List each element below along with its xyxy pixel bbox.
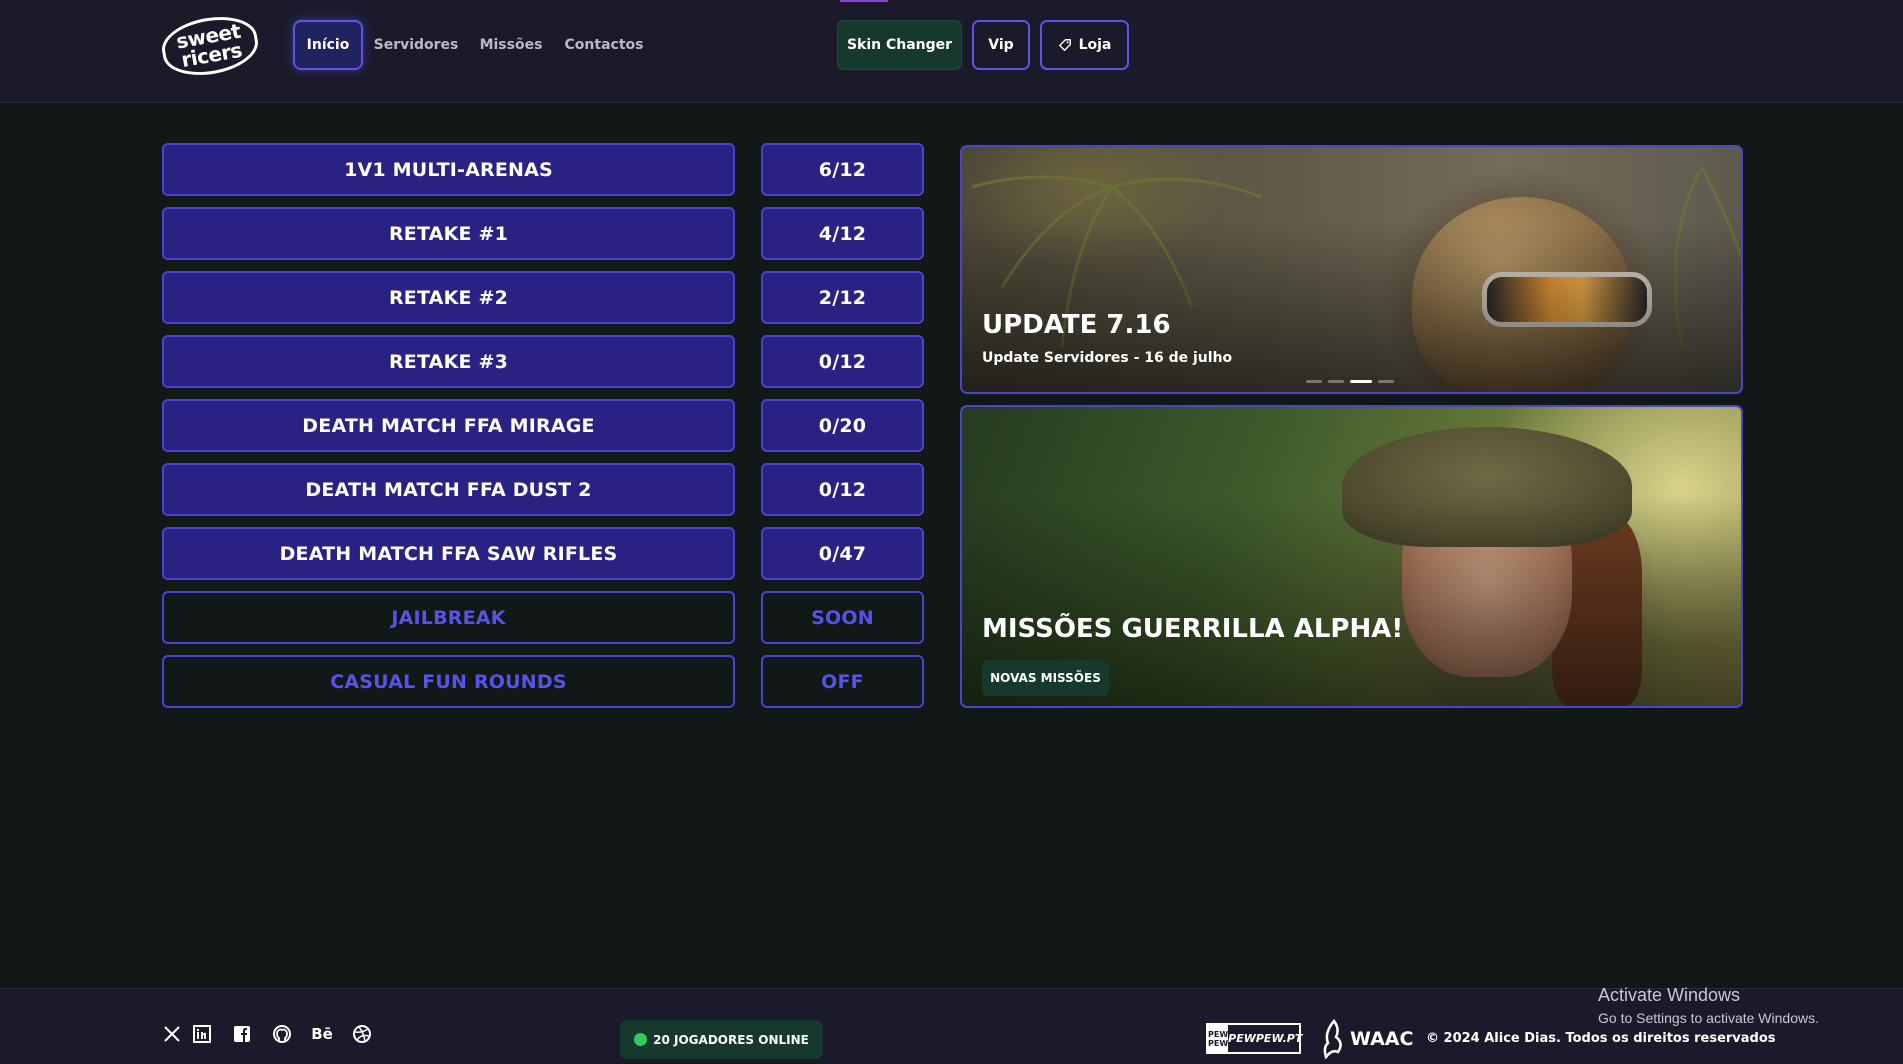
waac-label: WAAC: [1350, 1028, 1414, 1050]
github-icon[interactable]: [270, 1023, 294, 1045]
server-name: CASUAL FUN ROUNDS: [330, 670, 567, 693]
update-title: UPDATE 7.16: [982, 310, 1171, 340]
carousel-dot[interactable]: [1378, 380, 1394, 383]
server-players-badge[interactable]: 0/47: [761, 527, 924, 580]
carousel-indicators: [1306, 380, 1394, 383]
server-name: RETAKE #2: [388, 286, 509, 309]
missions-banner[interactable]: MISSÕES GUERRILLA ALPHA! NOVAS MISSÕES: [960, 405, 1743, 708]
pewpew-logo[interactable]: PEW PEW PEWPEW.PT: [1206, 1023, 1303, 1054]
nav-inicio-label: Início: [306, 37, 350, 53]
nav-missoes[interactable]: Missões: [479, 20, 543, 70]
waac-flame-icon: [1323, 1019, 1342, 1059]
skin-changer-label: Skin Changer: [846, 37, 953, 53]
server-players: 0/12: [818, 350, 867, 373]
sweet-ricers-logo[interactable]: sweet ricers: [157, 10, 263, 82]
novas-missoes-button[interactable]: NOVAS MISSÕES: [982, 660, 1109, 696]
missions-title: MISSÕES GUERRILLA ALPHA!: [982, 614, 1404, 644]
server-players: 0/20: [818, 414, 867, 437]
server-players-badge[interactable]: 2/12: [761, 271, 924, 324]
server-name-button[interactable]: DEATH MATCH FFA DUST 2: [162, 463, 735, 516]
windows-activation-title: Activate Windows: [1598, 985, 1741, 1005]
pewpew-logo-box: PEW PEW: [1208, 1025, 1229, 1052]
server-name-button[interactable]: 1V1 MULTI-ARENAS: [162, 143, 735, 196]
loja-button[interactable]: Loja: [1040, 20, 1129, 70]
waac-logo[interactable]: WAAC: [1320, 1019, 1413, 1059]
server-name: DEATH MATCH FFA DUST 2: [305, 478, 592, 501]
server-name-button[interactable]: CASUAL FUN ROUNDS: [162, 655, 735, 708]
x-twitter-icon[interactable]: [160, 1023, 184, 1045]
server-name-button[interactable]: DEATH MATCH FFA SAW RIFLES: [162, 527, 735, 580]
server-name-button[interactable]: RETAKE #2: [162, 271, 735, 324]
server-players: OFF: [821, 670, 864, 693]
skin-changer-button[interactable]: Skin Changer: [837, 20, 962, 70]
server-name: JAILBREAK: [391, 606, 506, 629]
carousel-dot[interactable]: [1328, 380, 1344, 383]
server-name: DEATH MATCH FFA SAW RIFLES: [279, 542, 618, 565]
nav-contactos[interactable]: Contactos: [564, 20, 644, 70]
players-online-badge: 20 JOGADORES ONLINE: [620, 1020, 823, 1059]
online-status-dot: [634, 1033, 648, 1046]
nav-servidores[interactable]: Servidores: [373, 20, 459, 70]
tag-icon: [1058, 39, 1071, 51]
vip-label: Vip: [988, 37, 1014, 53]
loja-label: Loja: [1078, 37, 1112, 53]
server-name: RETAKE #1: [388, 222, 509, 245]
players-online-label: 20 JOGADORES ONLINE: [653, 1032, 809, 1047]
server-players-badge[interactable]: 0/12: [761, 335, 924, 388]
server-name-button[interactable]: RETAKE #3: [162, 335, 735, 388]
dribbble-icon[interactable]: [350, 1023, 374, 1045]
server-players-badge[interactable]: 4/12: [761, 207, 924, 260]
update-banner[interactable]: UPDATE 7.16 Update Servidores - 16 de ju…: [960, 145, 1743, 394]
top-header: sweet ricers Início Servidores Missões C…: [0, 0, 1903, 103]
facebook-icon[interactable]: [230, 1023, 254, 1045]
server-players-badge[interactable]: OFF: [761, 655, 924, 708]
server-players-badge[interactable]: SOON: [761, 591, 924, 644]
server-players: 4/12: [818, 222, 867, 245]
carousel-dot[interactable]: [1306, 380, 1322, 383]
server-players: 0/47: [818, 542, 867, 565]
nav-servidores-label: Servidores: [373, 37, 459, 53]
behance-label: Bē: [311, 1025, 333, 1043]
novas-missoes-label: NOVAS MISSÕES: [990, 671, 1101, 685]
server-name-button[interactable]: DEATH MATCH FFA MIRAGE: [162, 399, 735, 452]
server-players-badge[interactable]: 6/12: [761, 143, 924, 196]
pewpew-logo-text: PEWPEW.PT: [1228, 1032, 1303, 1045]
server-players: 0/12: [818, 478, 867, 501]
behance-icon[interactable]: Bē: [310, 1023, 334, 1045]
server-players: 2/12: [818, 286, 867, 309]
vip-button[interactable]: Vip: [972, 20, 1030, 70]
server-name: 1V1 MULTI-ARENAS: [344, 158, 553, 181]
linkedin-icon[interactable]: [190, 1023, 214, 1045]
carousel-dot-active[interactable]: [1350, 380, 1372, 383]
nav-missoes-label: Missões: [479, 37, 543, 53]
header-accent-line: [840, 0, 888, 2]
server-players-badge[interactable]: 0/12: [761, 463, 924, 516]
server-players-badge[interactable]: 0/20: [761, 399, 924, 452]
nav-contactos-label: Contactos: [564, 37, 644, 53]
server-name: RETAKE #3: [388, 350, 509, 373]
server-name: DEATH MATCH FFA MIRAGE: [302, 414, 595, 437]
server-name-button[interactable]: JAILBREAK: [162, 591, 735, 644]
server-players: SOON: [811, 606, 874, 629]
nav-inicio[interactable]: Início: [293, 20, 363, 70]
server-players: 6/12: [818, 158, 867, 181]
windows-activation-subtitle: Go to Settings to activate Windows.: [1598, 1010, 1819, 1026]
server-name-button[interactable]: RETAKE #1: [162, 207, 735, 260]
copyright-text: © 2024 Alice Dias. Todos os direitos res…: [1426, 1031, 1776, 1046]
update-subtitle: Update Servidores - 16 de julho: [982, 350, 1233, 366]
